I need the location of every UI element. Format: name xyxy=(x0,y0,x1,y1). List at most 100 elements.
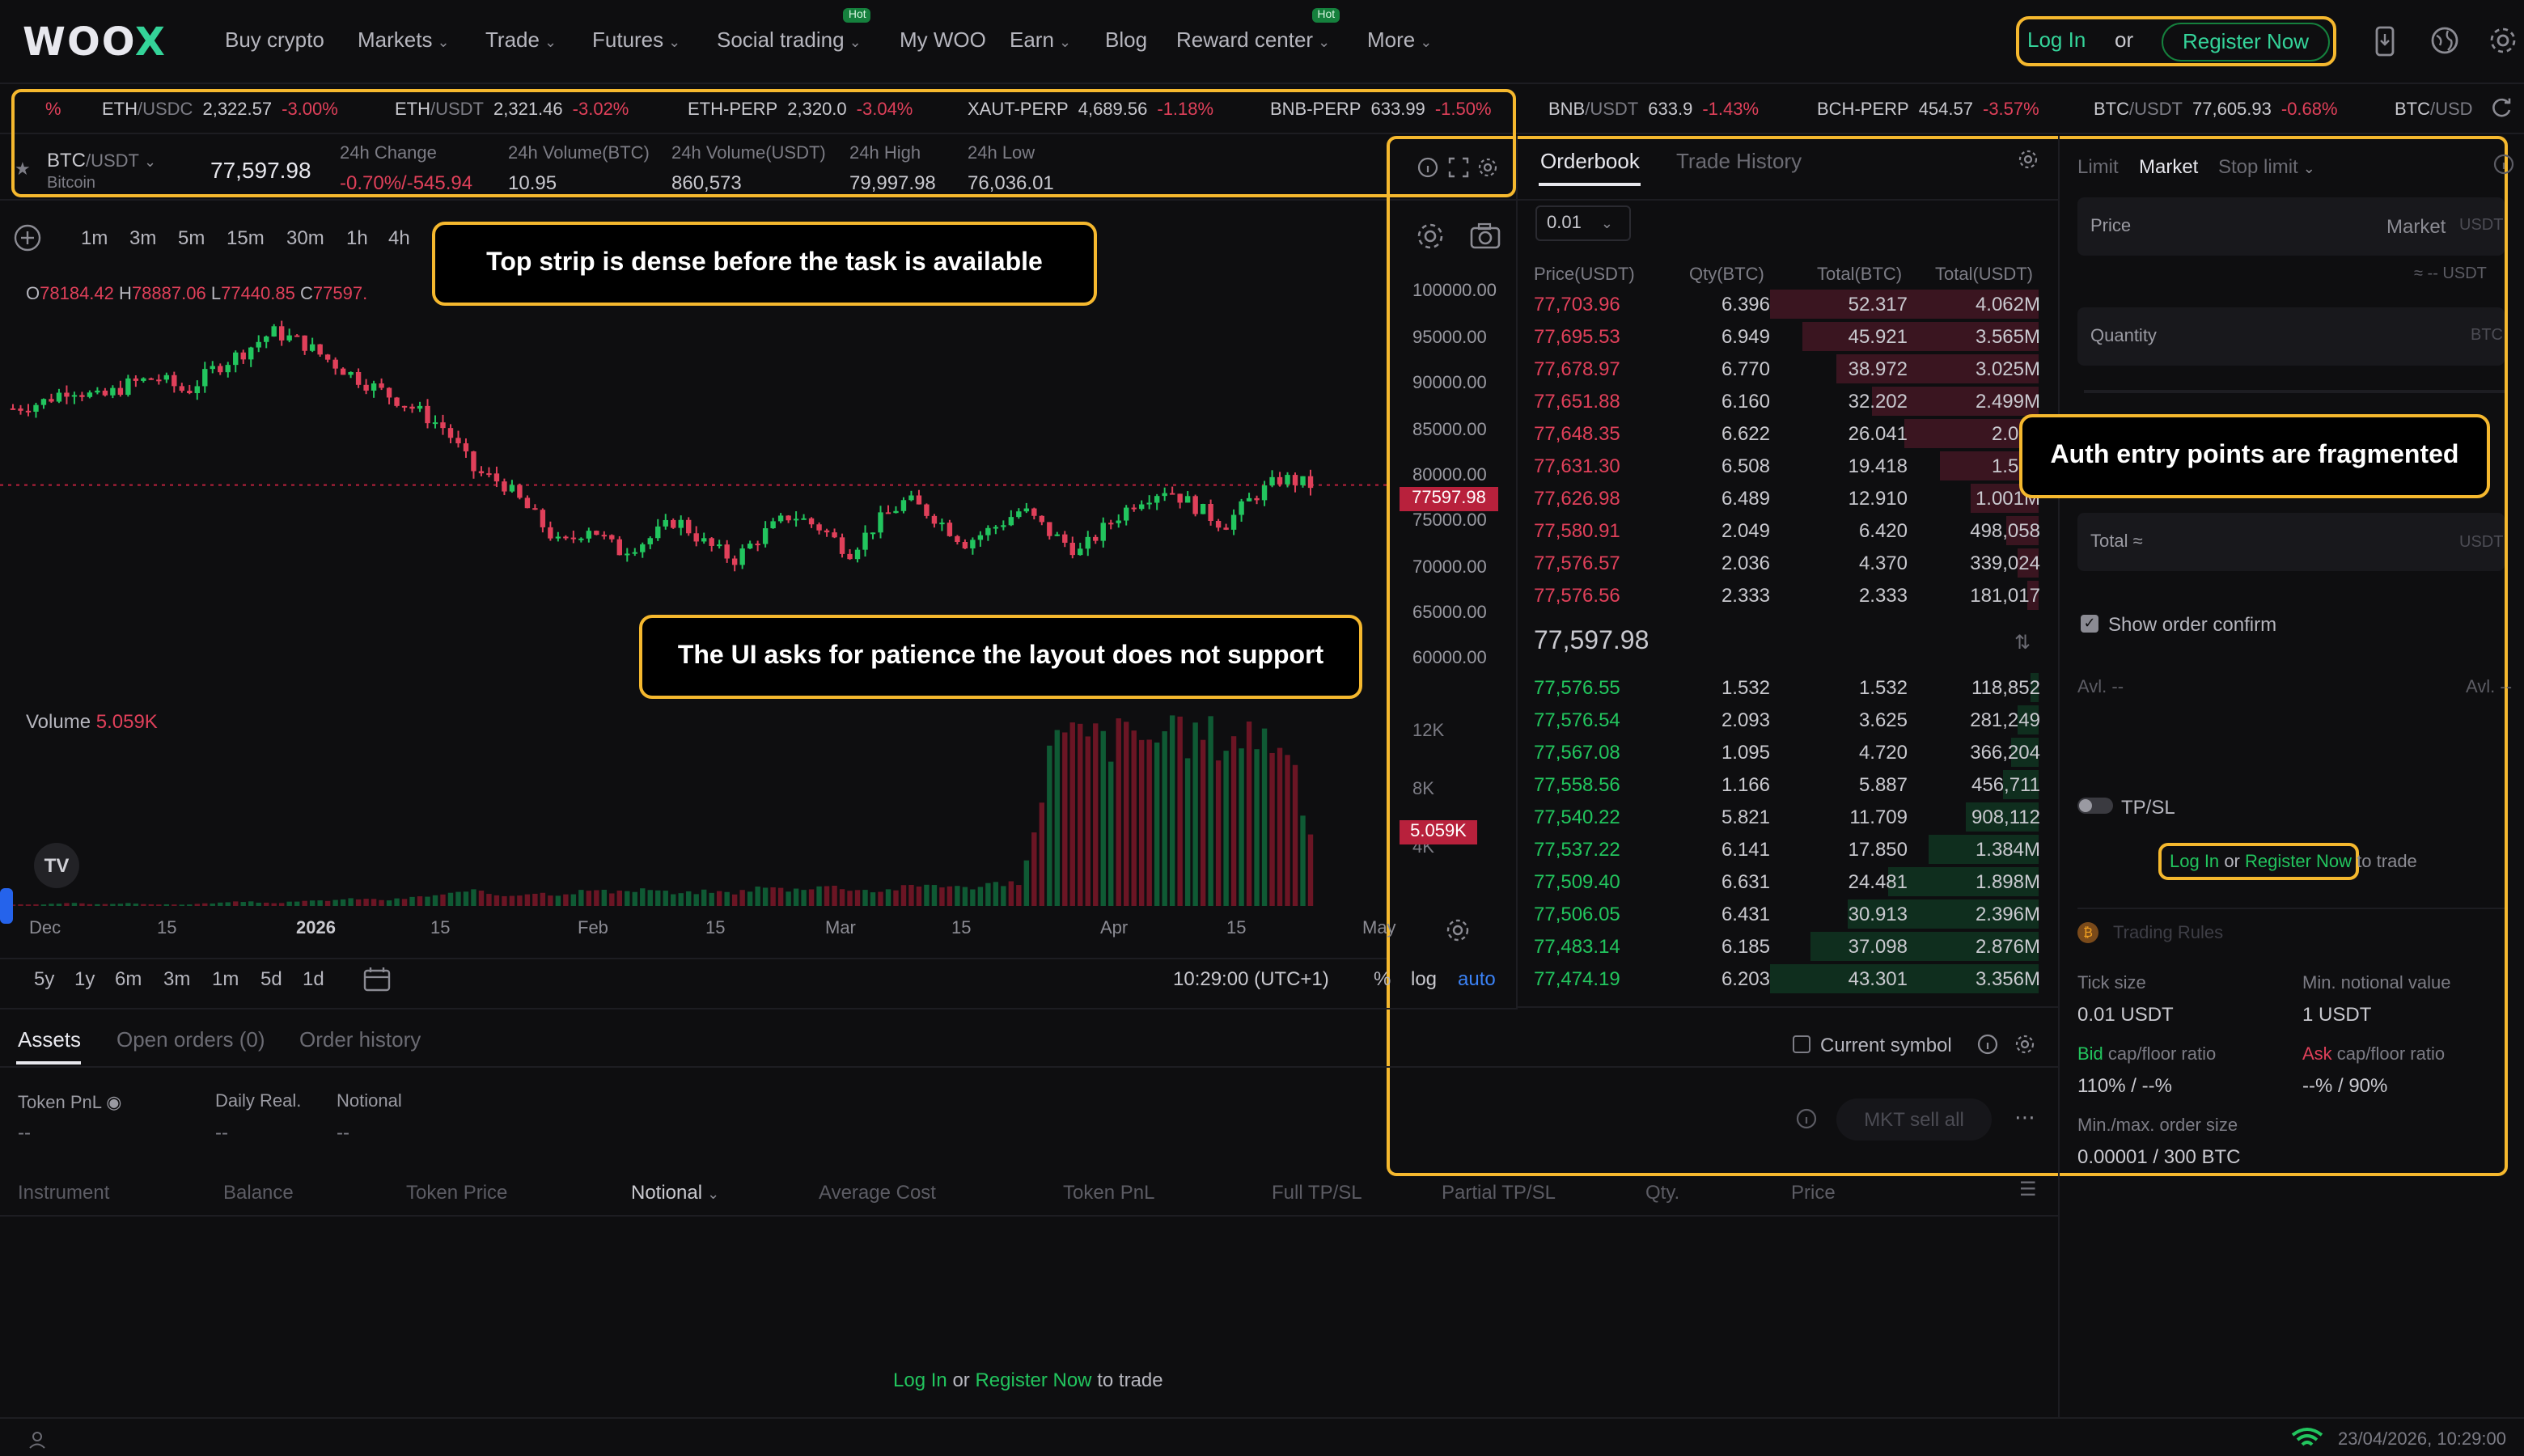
tab-trade-history[interactable]: Trade History xyxy=(1676,149,1802,173)
download-app-icon[interactable] xyxy=(2372,26,2398,58)
bid-row[interactable]: 77,576.55 1.532 1.532 118,852 xyxy=(1534,671,2048,704)
ask-row[interactable]: 77,626.98 6.489 12.910 1.001M xyxy=(1534,482,2048,514)
info-icon[interactable] xyxy=(1796,1108,1817,1129)
ask-row[interactable]: 77,580.91 2.049 6.420 498,058 xyxy=(1534,514,2048,547)
refresh-icon[interactable] xyxy=(2490,97,2513,120)
volume-bar xyxy=(1307,834,1314,906)
candle xyxy=(386,387,392,398)
show-confirm-checkbox[interactable]: ✓ xyxy=(2081,615,2098,633)
tab-order-history[interactable]: Order history xyxy=(299,1027,421,1052)
tpsl-toggle[interactable] xyxy=(2077,798,2113,814)
bid-row[interactable]: 77,506.05 6.431 30.913 2.396M xyxy=(1534,898,2048,930)
user-icon[interactable] xyxy=(28,1430,47,1450)
tab-open-orders[interactable]: Open orders (0) xyxy=(116,1027,265,1052)
candle xyxy=(570,537,577,540)
current-symbol-checkbox[interactable] xyxy=(1793,1035,1810,1053)
login-link[interactable]: Log In xyxy=(893,1369,947,1391)
ask-row[interactable]: 77,678.97 6.770 38.972 3.025M xyxy=(1534,353,2048,385)
ask-row[interactable]: 77,648.35 6.622 26.041 2.021 xyxy=(1534,417,2048,450)
precision-select[interactable]: 0.01 ⌄ xyxy=(1535,205,1631,241)
panel-settings-gear-icon[interactable] xyxy=(1477,157,1498,178)
mkt-sell-all-button[interactable]: MKT sell all xyxy=(1836,1098,1992,1141)
camera-icon[interactable] xyxy=(1469,222,1501,251)
bid-row[interactable]: 77,540.22 5.821 11.709 908,112 xyxy=(1534,801,2048,833)
quantity-slider[interactable] xyxy=(2084,390,2505,393)
bid-row[interactable]: 77,483.14 6.185 37.098 2.876M xyxy=(1534,930,2048,963)
ask-row[interactable]: 77,703.96 6.396 52.317 4.062M xyxy=(1534,288,2048,320)
nav-reward-center[interactable]: Reward center ⌄ Hot xyxy=(1176,8,1340,52)
register-button[interactable]: Register Now xyxy=(2162,23,2330,61)
range-button-1m[interactable]: 1m xyxy=(212,967,239,990)
more-options-icon[interactable]: ⋯ xyxy=(2014,1105,2035,1131)
spread-icon[interactable]: ⇅ xyxy=(2014,631,2031,654)
ticker-item[interactable]: BTC/USD xyxy=(2395,100,2473,120)
tab-limit[interactable]: Limit xyxy=(2077,155,2119,178)
nav-my-woo[interactable]: My WOO xyxy=(900,28,986,52)
log-scale-toggle[interactable]: log xyxy=(1411,967,1437,990)
column-filter-icon[interactable]: ☰ xyxy=(2019,1178,2037,1200)
time-axis-tick: 15 xyxy=(157,919,177,938)
login-link[interactable]: Log In xyxy=(2027,28,2086,52)
column-header: Balance xyxy=(223,1181,294,1204)
login-link[interactable]: Log In xyxy=(2170,853,2219,872)
candle xyxy=(885,512,891,514)
chart-settings-gear-icon[interactable] xyxy=(1416,222,1445,251)
nav-buy-crypto[interactable]: Buy crypto xyxy=(225,28,324,52)
axis-settings-gear-icon[interactable] xyxy=(1445,917,1471,943)
ask-row[interactable]: 77,631.30 6.508 19.418 1.507 xyxy=(1534,450,2048,482)
info-icon[interactable] xyxy=(2493,154,2514,175)
scroll-handle[interactable] xyxy=(0,888,13,924)
column-header-notional[interactable]: Notional ⌄ xyxy=(631,1181,719,1204)
eye-icon[interactable]: ◉ xyxy=(106,1094,121,1113)
tab-assets[interactable]: Assets xyxy=(18,1027,81,1052)
range-button-1y[interactable]: 1y xyxy=(74,967,95,990)
gear-icon[interactable] xyxy=(2014,1034,2035,1055)
bid-row[interactable]: 77,474.19 6.203 43.301 3.356M xyxy=(1534,963,2048,995)
ticker-item[interactable]: BTC/USDT 77,605.93 -0.68% xyxy=(2094,100,2338,120)
globe-icon[interactable] xyxy=(2430,26,2459,55)
range-button-6m[interactable]: 6m xyxy=(115,967,142,990)
bid-row[interactable]: 77,509.40 6.631 24.481 1.898M xyxy=(1534,866,2048,898)
auto-scale-toggle[interactable]: auto xyxy=(1458,967,1496,990)
nav-earn[interactable]: Earn ⌄ xyxy=(1010,28,1071,52)
price-chart[interactable] xyxy=(0,210,1387,954)
calendar-icon[interactable] xyxy=(362,966,392,992)
candle xyxy=(540,510,546,527)
range-button-5d[interactable]: 5d xyxy=(260,967,282,990)
nav-social-trading[interactable]: Social trading ⌄ Hot xyxy=(717,8,871,52)
tab-stop-limit[interactable]: Stop limit ⌄ xyxy=(2218,155,2315,178)
register-link[interactable]: Register Now xyxy=(2245,853,2352,872)
ask-row[interactable]: 77,651.88 6.160 32.202 2.499M xyxy=(1534,385,2048,417)
bid-row[interactable]: 77,558.56 1.166 5.887 456,711 xyxy=(1534,768,2048,801)
bid-row[interactable]: 77,537.22 6.141 17.850 1.384M xyxy=(1534,833,2048,866)
ask-row[interactable]: 77,576.56 2.333 2.333 181,017 xyxy=(1534,579,2048,612)
orderbook-settings-gear-icon[interactable] xyxy=(2018,149,2039,170)
range-button-5y[interactable]: 5y xyxy=(34,967,54,990)
gear-icon[interactable] xyxy=(2488,26,2518,55)
ticker-item[interactable]: BCH-PERP 454.57 -3.57% xyxy=(1817,100,2039,120)
nav-markets[interactable]: Markets ⌄ xyxy=(358,28,450,52)
info-icon[interactable] xyxy=(1417,157,1438,178)
bid-row[interactable]: 77,576.54 2.093 3.625 281,249 xyxy=(1534,704,2048,736)
percent-scale-toggle[interactable]: % xyxy=(1374,967,1391,990)
fullscreen-icon[interactable] xyxy=(1448,157,1469,178)
volume-bar xyxy=(993,882,999,906)
register-link[interactable]: Register Now xyxy=(975,1369,1091,1391)
nav-futures[interactable]: Futures ⌄ xyxy=(592,28,680,52)
woox-logo[interactable]: WOOX xyxy=(23,19,167,65)
range-button-3m[interactable]: 3m xyxy=(163,967,190,990)
tab-orderbook[interactable]: Orderbook xyxy=(1540,149,1640,173)
bid-row[interactable]: 77,567.08 1.095 4.720 366,204 xyxy=(1534,736,2048,768)
info-icon[interactable] xyxy=(1977,1034,1998,1055)
ask-row[interactable]: 77,695.53 6.949 45.921 3.565M xyxy=(1534,320,2048,353)
nav-trade[interactable]: Trade ⌄ xyxy=(485,28,557,52)
candle xyxy=(233,352,239,366)
nav-more[interactable]: More ⌄ xyxy=(1367,28,1432,52)
volume-bar xyxy=(148,904,155,906)
tab-market[interactable]: Market xyxy=(2139,155,2198,178)
tradingview-logo[interactable]: TV xyxy=(34,843,79,888)
nav-blog[interactable]: Blog xyxy=(1105,28,1147,52)
ticker-item[interactable]: BNB/USDT 633.9 -1.43% xyxy=(1548,100,1759,120)
ask-row[interactable]: 77,576.57 2.036 4.370 339,024 xyxy=(1534,547,2048,579)
range-button-1d[interactable]: 1d xyxy=(303,967,324,990)
